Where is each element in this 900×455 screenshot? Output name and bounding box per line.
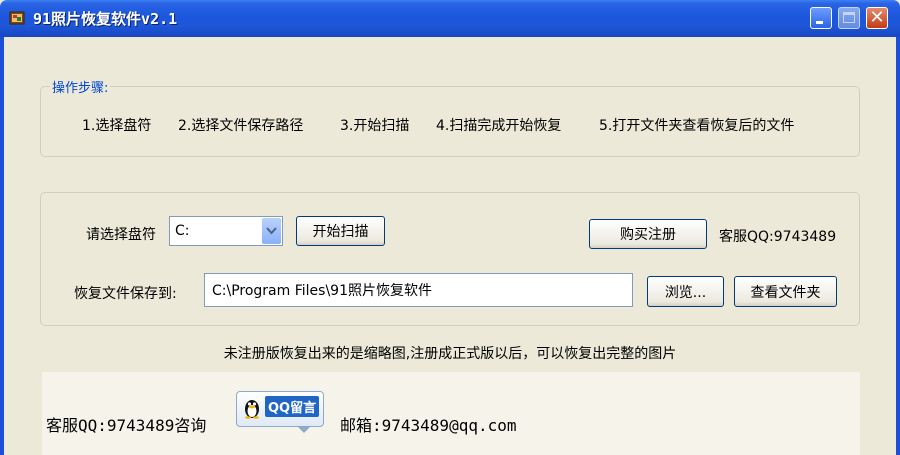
qq-penguin-icon bbox=[245, 400, 259, 419]
minimize-button[interactable] bbox=[810, 7, 832, 29]
qq-message-button[interactable]: QQ留言 bbox=[236, 391, 324, 433]
step-5: 5.打开文件夹查看恢复后的文件 bbox=[599, 118, 795, 134]
save-to-label: 恢复文件保存到: bbox=[74, 286, 177, 302]
browse-button[interactable]: 浏览... bbox=[647, 276, 724, 307]
drive-label: 请选择盘符 bbox=[86, 227, 156, 243]
save-path-field[interactable] bbox=[204, 273, 633, 307]
window-border-left bbox=[0, 37, 4, 455]
maximize-button[interactable] bbox=[838, 7, 860, 29]
drive-select[interactable]: C: bbox=[169, 216, 283, 246]
chevron-down-icon bbox=[266, 227, 277, 235]
consult-qq-text: 客服QQ:9743489咨询 bbox=[46, 416, 207, 435]
step-1: 1.选择盘符 bbox=[82, 118, 152, 134]
registration-notice: 未注册版恢复出来的是缩略图,注册成正式版以后，可以恢复出完整的图片 bbox=[223, 346, 677, 362]
start-scan-button[interactable]: 开始扫描 bbox=[296, 216, 385, 246]
view-folder-button[interactable]: 查看文件夹 bbox=[734, 276, 837, 307]
maximize-icon bbox=[843, 12, 855, 23]
step-3: 3.开始扫描 bbox=[340, 118, 410, 134]
qq-message-label: QQ留言 bbox=[265, 396, 320, 417]
drive-select-value: C: bbox=[175, 223, 190, 239]
step-4: 4.扫描完成开始恢复 bbox=[436, 118, 562, 134]
minimize-icon bbox=[816, 21, 823, 24]
buy-register-button[interactable]: 购买注册 bbox=[589, 219, 707, 249]
support-qq-label: 客服QQ:9743489 bbox=[719, 229, 837, 245]
drive-select-dropdown-button[interactable] bbox=[262, 218, 281, 244]
window-border-right bbox=[896, 37, 900, 455]
speech-bubble-tail bbox=[297, 426, 311, 433]
close-button[interactable]: ✕ bbox=[866, 7, 888, 29]
app-icon bbox=[9, 10, 25, 26]
title-bar[interactable]: 91照片恢复软件v2.1 ✕ bbox=[0, 0, 900, 37]
window-title: 91照片恢复软件v2.1 bbox=[33, 10, 178, 28]
close-icon: ✕ bbox=[869, 7, 885, 28]
steps-legend: 操作步骤: bbox=[50, 77, 111, 96]
email-text: 邮箱:9743489@qq.com bbox=[340, 416, 517, 435]
step-2: 2.选择文件保存路径 bbox=[178, 118, 304, 134]
